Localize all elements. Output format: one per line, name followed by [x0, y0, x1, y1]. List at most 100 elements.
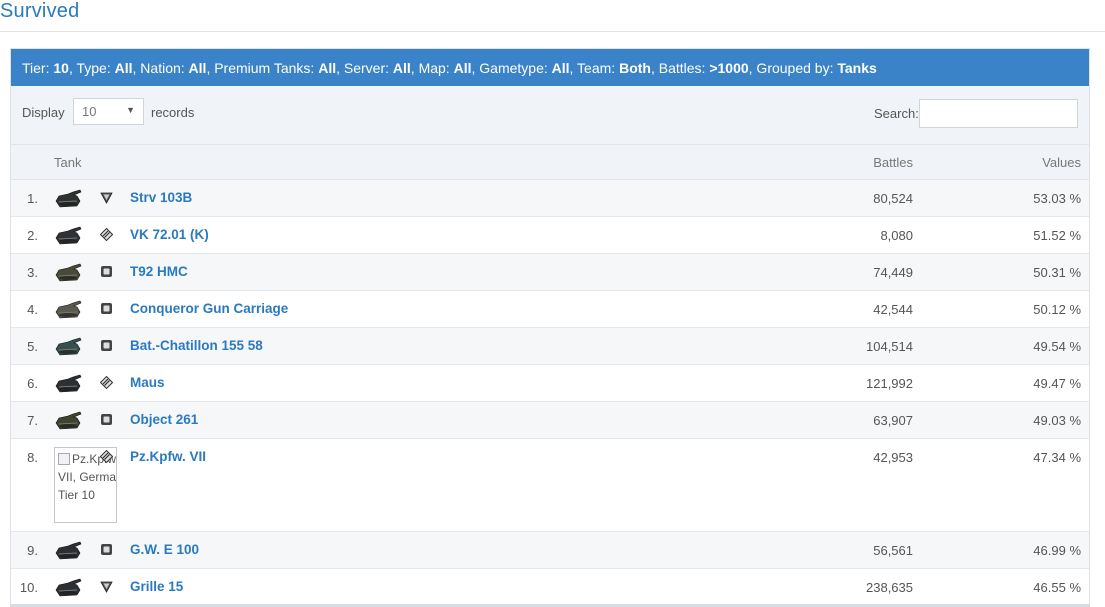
filter-value: Both [619, 59, 651, 76]
filter-value: All [114, 59, 133, 76]
table-row[interactable]: 8. Pz.Kpfw. VII, German Tier 10 Pz.Kpfw. V… [11, 439, 1089, 532]
spg-icon [100, 302, 113, 315]
rank-cell: 2. [27, 228, 38, 243]
tank-image-icon [53, 575, 83, 599]
page-title: Survived [0, 0, 80, 22]
table-row[interactable]: 6. Maus 121,992 49.47 % [11, 365, 1089, 402]
value-cell: 50.31 % [1033, 265, 1081, 280]
title-divider [0, 31, 1105, 32]
battles-cell: 74,449 [873, 265, 913, 280]
heavy-tank-icon [99, 227, 114, 242]
filter-label: , Type: [68, 59, 115, 76]
table-row[interactable]: 9. G.W. E 100 56,561 46.99 % [11, 532, 1089, 569]
filter-label: , Server: [336, 59, 393, 76]
filter-value: All [318, 59, 337, 76]
table-row[interactable]: 7. Object 261 63,907 49.03 % [11, 402, 1089, 439]
value-cell: 53.03 % [1033, 191, 1081, 206]
records-per-page-value: 10 [82, 104, 97, 119]
filter-value: >1000 [709, 59, 749, 76]
battles-cell: 104,514 [866, 339, 913, 354]
tank-name-link[interactable]: Strv 103B [130, 190, 192, 205]
td-icon [100, 580, 113, 593]
table-controls: Display 10 ▼ records Search: [11, 86, 1089, 144]
value-cell: 51.52 % [1033, 228, 1081, 243]
value-cell: 49.03 % [1033, 413, 1081, 428]
battles-cell: 121,992 [866, 376, 913, 391]
filter-value: 10 [53, 59, 69, 76]
table-row[interactable]: 10. Grille 15 238,635 46.55 % [11, 569, 1089, 606]
tank-name-link[interactable]: Maus [130, 375, 165, 390]
rank-cell: 4. [27, 302, 38, 317]
tank-name-link[interactable]: Object 261 [130, 412, 198, 427]
table-row[interactable]: 5. Bat.-Chatillon 155 58 104,514 49.54 % [11, 328, 1089, 365]
tank-image-icon [53, 408, 83, 432]
value-cell: 50.12 % [1033, 302, 1081, 317]
tank-name-link[interactable]: T92 HMC [130, 264, 188, 279]
filter-label: , Team: [569, 59, 620, 76]
tank-name-link[interactable]: VK 72.01 (K) [130, 227, 209, 242]
battles-cell: 42,953 [873, 450, 913, 465]
filter-label: , Gametype: [471, 59, 552, 76]
filter-label: , Premium Tanks: [206, 59, 319, 76]
column-header-battles[interactable]: Battles [873, 155, 913, 170]
table-body: 1. Strv 103B 80,524 53.03 % 2. VK 72.01 (K) 8,… [11, 180, 1089, 606]
battles-cell: 80,524 [873, 191, 913, 206]
tank-image-icon [53, 538, 83, 562]
spg-icon [100, 339, 113, 352]
filter-value: All [453, 59, 472, 76]
table-row[interactable]: 3. T92 HMC 74,449 50.31 % [11, 254, 1089, 291]
filter-summary-bar: Tier: 10, Type: All, Nation: All, Premiu… [11, 49, 1089, 86]
filter-label: , Battles: [650, 59, 710, 76]
battles-cell: 63,907 [873, 413, 913, 428]
records-per-page-select[interactable]: 10 ▼ [73, 98, 144, 125]
table-header: Tank Battles Values [11, 144, 1089, 180]
broken-image-icon [58, 453, 70, 465]
rank-cell: 1. [27, 191, 38, 206]
filter-value: Tanks [837, 59, 877, 76]
value-cell: 49.54 % [1033, 339, 1081, 354]
battles-cell: 42,544 [873, 302, 913, 317]
search-label: Search: [874, 106, 919, 121]
spg-icon [100, 413, 113, 426]
column-header-tank[interactable]: Tank [54, 155, 81, 170]
rank-cell: 3. [27, 265, 38, 280]
tank-name-link[interactable]: G.W. E 100 [130, 542, 199, 557]
rank-cell: 6. [27, 376, 38, 391]
tank-name-link[interactable]: Pz.Kpfw. VII [130, 449, 206, 464]
table-row[interactable]: 1. Strv 103B 80,524 53.03 % [11, 180, 1089, 217]
records-label: records [151, 105, 195, 120]
tank-name-link[interactable]: Bat.-Chatillon 155 58 [130, 338, 263, 353]
filter-label: , Nation: [132, 59, 189, 76]
table-row[interactable]: 4. Conqueror Gun Carriage 42,544 50.12 % [11, 291, 1089, 328]
value-cell: 46.99 % [1033, 543, 1081, 558]
filter-value: All [392, 59, 411, 76]
tank-image-icon [53, 186, 83, 210]
battles-cell: 238,635 [866, 580, 913, 595]
filter-label: , Grouped by: [748, 59, 838, 76]
tank-name-link[interactable]: Conqueror Gun Carriage [130, 301, 288, 316]
heavy-tank-icon [99, 449, 114, 464]
display-label: Display [22, 105, 65, 120]
stats-panel: Tier: 10, Type: All, Nation: All, Premiu… [10, 48, 1090, 607]
spg-icon [100, 265, 113, 278]
filter-label: , Map: [410, 59, 454, 76]
rank-cell: 7. [27, 413, 38, 428]
column-header-values[interactable]: Values [1042, 155, 1081, 170]
tank-image-icon [53, 297, 83, 321]
search-input[interactable] [919, 99, 1078, 128]
tank-image-icon [53, 371, 83, 395]
battles-cell: 8,080 [880, 228, 913, 243]
filter-label: Tier: [22, 59, 54, 76]
heavy-tank-icon [99, 375, 114, 390]
value-cell: 46.55 % [1033, 580, 1081, 595]
battles-cell: 56,561 [873, 543, 913, 558]
value-cell: 49.47 % [1033, 376, 1081, 391]
td-icon [100, 191, 113, 204]
rank-cell: 10. [19, 580, 38, 595]
rank-cell: 9. [27, 543, 38, 558]
tank-name-link[interactable]: Grille 15 [130, 579, 183, 594]
tank-image-icon [53, 334, 83, 358]
spg-icon [100, 543, 113, 556]
table-row[interactable]: 2. VK 72.01 (K) 8,080 51.52 % [11, 217, 1089, 254]
tank-image-icon [53, 260, 83, 284]
